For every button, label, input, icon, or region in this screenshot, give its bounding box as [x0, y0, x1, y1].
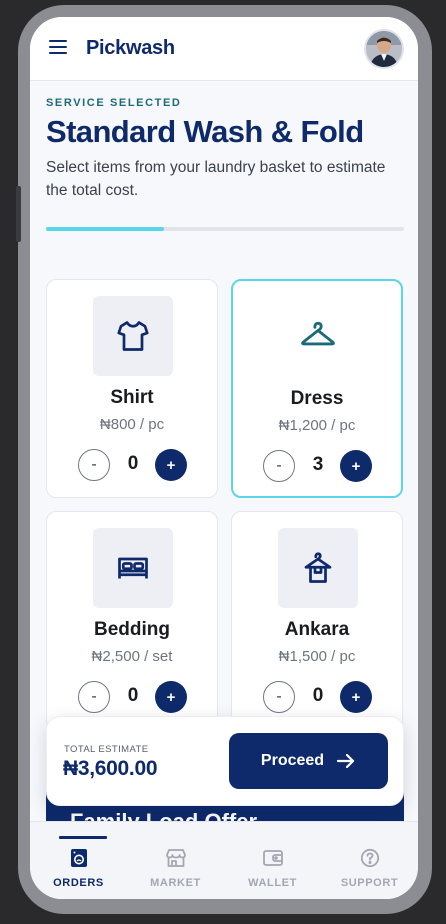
top-app-bar: Pickwash [30, 17, 418, 81]
item-name: Shirt [110, 387, 154, 408]
avatar-portrait-icon [366, 31, 402, 67]
nav-tab-wallet[interactable]: WALLET [224, 822, 321, 899]
item-price: ₦800 / pc [99, 416, 165, 433]
hanger-icon [301, 321, 335, 346]
quantity-stepper: - 3 + [263, 450, 373, 482]
item-price: ₦1,200 / pc [278, 417, 356, 434]
decrease-button[interactable]: - [78, 681, 110, 713]
nav-label: SUPPORT [340, 877, 399, 889]
hamburger-menu-icon[interactable] [49, 40, 67, 54]
shirt-icon [117, 321, 149, 351]
decrease-button[interactable]: - [263, 450, 295, 482]
quantity-stepper: - 0 + [263, 681, 373, 713]
quantity-stepper: - 0 + [78, 681, 188, 713]
increase-button[interactable]: + [155, 449, 187, 481]
brand-title: Pickwash [86, 37, 175, 59]
nav-tab-market[interactable]: MARKET [127, 822, 224, 899]
market-icon [164, 846, 188, 870]
total-estimate-label: TOTAL ESTIMATE [64, 744, 149, 755]
nav-label: WALLET [248, 877, 297, 889]
bed-icon [118, 557, 148, 579]
page-subtitle: Select items from your laundry basket to… [46, 159, 386, 199]
orders-icon [67, 846, 91, 870]
decrease-button[interactable]: - [263, 681, 295, 713]
phone-side-button [16, 186, 21, 242]
nav-label: ORDERS [53, 877, 104, 889]
item-icon-box [278, 296, 358, 376]
nav-label: MARKET [150, 877, 201, 889]
item-icon-box [93, 296, 173, 376]
step-progress-bar [46, 227, 404, 231]
support-icon [358, 846, 382, 870]
quantity-stepper: - 0 + [78, 449, 188, 481]
item-name: Bedding [94, 619, 170, 640]
item-price: ₦2,500 / set [91, 648, 173, 665]
nav-tab-support[interactable]: SUPPORT [321, 822, 418, 899]
item-icon-box [93, 528, 173, 608]
quantity-value: 0 [127, 453, 139, 474]
step-progress-fill [46, 227, 165, 231]
arrow-right-icon [336, 753, 355, 769]
item-card-shirt[interactable]: Shirt ₦800 / pc - 0 + [46, 279, 218, 498]
total-estimate-value: ₦3,600.00 [63, 757, 158, 780]
proceed-button[interactable]: Proceed [229, 733, 388, 789]
garment-hanger-icon [304, 552, 332, 583]
item-price: ₦1,500 / pc [278, 648, 356, 665]
quantity-value: 3 [312, 454, 324, 475]
item-name: Dress [290, 388, 344, 409]
increase-button[interactable]: + [340, 450, 372, 482]
decrease-button[interactable]: - [78, 449, 110, 481]
quantity-value: 0 [127, 685, 139, 706]
page-title: Standard Wash & Fold [46, 114, 364, 149]
active-tab-indicator [59, 836, 107, 839]
service-eyebrow: SERVICE SELECTED [46, 97, 182, 109]
item-card-ankara[interactable]: Ankara ₦1,500 / pc - 0 + [231, 511, 403, 730]
quantity-value: 0 [312, 685, 324, 706]
item-name: Ankara [284, 619, 350, 640]
increase-button[interactable]: + [155, 681, 187, 713]
app-screen: Pickwash SERVICE SELECTED Standard Wash … [30, 17, 418, 899]
wallet-icon [261, 846, 285, 870]
total-estimate-card: TOTAL ESTIMATE ₦3,600.00 Proceed [46, 716, 404, 806]
avatar[interactable] [364, 29, 404, 69]
nav-tab-orders[interactable]: ORDERS [30, 822, 127, 899]
item-icon-box [278, 528, 358, 608]
item-card-dress[interactable]: Dress ₦1,200 / pc - 3 + [231, 279, 403, 498]
proceed-label: Proceed [260, 752, 325, 769]
item-card-bedding[interactable]: Bedding ₦2,500 / set - 0 + [46, 511, 218, 730]
bottom-navigation: ORDERS MARKET WALLET SUPPORT [30, 821, 418, 899]
increase-button[interactable]: + [340, 681, 372, 713]
